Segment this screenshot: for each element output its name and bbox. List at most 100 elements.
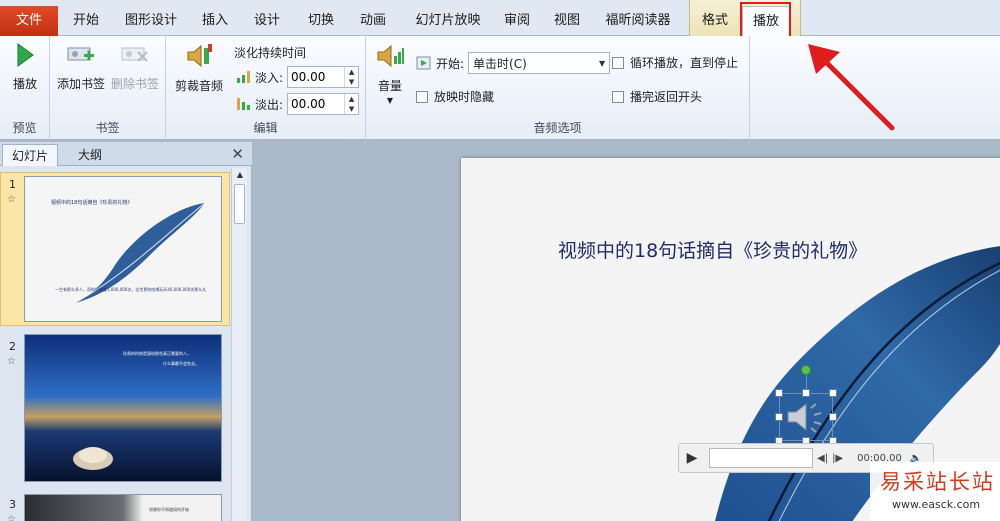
slide-number: 1: [9, 178, 16, 191]
tab-review[interactable]: 审阅: [494, 6, 540, 36]
slide-thumbnail-2[interactable]: 珍贵的时刻是留给那些真正需要的人， 什么事都不会失去。: [24, 334, 222, 482]
slides-scrollbar[interactable]: ▲: [231, 168, 247, 521]
rotate-handle-line: [806, 375, 807, 389]
start-select[interactable]: 单击时(C) ▼: [468, 52, 611, 74]
rotate-handle[interactable]: [801, 365, 811, 375]
fade-out-spin-arrows[interactable]: ▲ ▼: [344, 94, 358, 114]
player-progress-track[interactable]: [709, 448, 813, 468]
rewind-checkbox[interactable]: [612, 90, 624, 103]
animation-star-icon: ☆: [7, 356, 16, 367]
start-row: 开始: 单击时(C) ▼: [416, 52, 611, 74]
shell-image: [73, 447, 113, 470]
audio-object[interactable]: [779, 393, 833, 441]
tab-insert[interactable]: 插入: [192, 6, 238, 36]
fade-out-input[interactable]: [288, 94, 345, 114]
tab-graphic-design[interactable]: 图形设计: [114, 6, 188, 36]
trim-audio-label: 剪裁音频: [174, 79, 223, 93]
add-bookmark-button[interactable]: 添加书签: [54, 42, 108, 92]
play-label: 播放: [12, 77, 37, 91]
fade-in-label: 淡入:: [255, 70, 284, 85]
start-select-value: 单击时(C): [473, 56, 527, 71]
resize-handle[interactable]: [775, 413, 783, 421]
rewind-option[interactable]: 播完返回开头: [612, 88, 702, 105]
remove-bookmark-label: 删除书签: [110, 77, 159, 91]
tab-outline[interactable]: 大纲: [62, 144, 118, 166]
ribbon-tab-bar: 文件 开始 图形设计 插入 设计 切换 动画 幻灯片放映 审阅 视图 福昕阅读器…: [0, 0, 1000, 42]
fade-in-stepper[interactable]: ▲▼: [287, 66, 360, 88]
volume-dropdown-icon: ▼: [386, 96, 394, 105]
tab-file[interactable]: 文件: [0, 6, 58, 36]
tab-design[interactable]: 设计: [244, 6, 290, 36]
start-icon: [416, 56, 431, 70]
remove-bookmark-icon: [121, 47, 148, 62]
thumb-1-body: 一生有那么多人，而你只需要1,000,000次，全世界的吃喝玩乐40,000,0…: [55, 287, 207, 292]
slides-panel: 幻灯片 大纲 ✕ 1 ☆ 视频中的18句话摘自《珍贵的礼物》 一生有那么多人，而…: [0, 142, 252, 521]
play-button[interactable]: 播放: [6, 42, 44, 92]
volume-icon: [377, 44, 404, 68]
thumb-2-text-2: 什么事都不会失去。: [163, 361, 199, 366]
group-label-audio-options: 音频选项: [533, 121, 582, 135]
remove-bookmark-button[interactable]: 删除书签: [108, 42, 162, 92]
resize-handle[interactable]: [829, 389, 837, 397]
slide-thumbnail-3[interactable]: 如果你不知道如何开始: [24, 494, 222, 521]
trim-audio-icon: [187, 44, 212, 68]
scrollbar-thumb[interactable]: [234, 184, 245, 224]
scroll-up-icon[interactable]: ▲: [232, 168, 248, 182]
chevron-down-icon: ▼: [598, 58, 606, 68]
close-icon[interactable]: ✕: [231, 145, 244, 163]
tab-slideshow[interactable]: 幻灯片放映: [406, 6, 490, 36]
volume-label: 音量: [377, 79, 402, 93]
slide-number: 3: [9, 498, 16, 511]
tab-animations[interactable]: 动画: [350, 6, 396, 36]
panel-tabs: 幻灯片 大纲 ✕: [0, 142, 252, 166]
thumb-3-text: 如果你不知道如何开始: [149, 507, 189, 512]
player-rewind-icon[interactable]: ◀|: [817, 453, 828, 464]
loop-checkbox[interactable]: [612, 56, 624, 69]
hide-during-show-checkbox[interactable]: [416, 90, 428, 103]
loop-option[interactable]: 循环播放，直到停止: [612, 54, 738, 71]
hide-during-show-label: 放映时隐藏: [434, 90, 495, 104]
group-label-bookmarks: 书签: [95, 121, 120, 135]
player-forward-icon[interactable]: |▶: [832, 453, 843, 464]
fade-in-input[interactable]: [288, 67, 345, 87]
fade-in-icon: [237, 71, 250, 83]
add-bookmark-label: 添加书签: [56, 77, 105, 91]
tab-transitions[interactable]: 切换: [298, 6, 344, 36]
fade-in-row: 淡入: ▲▼: [236, 66, 360, 88]
tab-format[interactable]: 格式: [692, 6, 738, 36]
fade-out-row: 淡出: ▲▼: [236, 93, 360, 115]
fade-out-label: 淡出:: [255, 97, 284, 112]
resize-handle[interactable]: [775, 389, 783, 397]
group-preview: 播放 预览: [0, 36, 50, 140]
red-arrow-annotation: [808, 44, 895, 131]
watermark-url: www.easck.com: [892, 498, 981, 511]
animation-star-icon: ☆: [7, 194, 16, 205]
resize-handle[interactable]: [802, 389, 810, 397]
volume-button[interactable]: 音量 ▼: [372, 42, 408, 105]
tab-foxit-reader[interactable]: 福昕阅读器: [598, 6, 678, 36]
tab-home[interactable]: 开始: [60, 6, 112, 36]
fade-in-spin-arrows[interactable]: ▲ ▼: [344, 67, 358, 87]
fade-out-stepper[interactable]: ▲▼: [287, 93, 360, 115]
start-label: 开始:: [436, 56, 465, 71]
trim-audio-button[interactable]: 剪裁音频: [170, 42, 228, 94]
play-icon: [17, 43, 34, 67]
thumb-2-text-1: 珍贵的时刻是留给那些真正需要的人，: [123, 351, 191, 356]
slide-thumbnail-1[interactable]: 视频中的18句话摘自《珍贵的礼物》 一生有那么多人，而你只需要1,000,000…: [24, 176, 222, 322]
group-audio-options: 音量 ▼ 开始: 单击时(C) ▼ 放映时隐藏 循环播放，直到停止 播完返回开头…: [366, 36, 750, 140]
loop-label: 循环播放，直到停止: [630, 56, 739, 70]
watermark: 易采站长站 www.easck.com: [870, 462, 1000, 521]
group-bookmarks: 添加书签 删除书签 书签: [50, 36, 166, 140]
fade-duration-title: 淡化持续时间: [234, 46, 307, 60]
tab-view[interactable]: 视图: [544, 6, 590, 36]
resize-handle[interactable]: [829, 413, 837, 421]
animation-star-icon: ☆: [7, 514, 16, 521]
group-label-preview: 预览: [12, 121, 37, 135]
tab-slides[interactable]: 幻灯片: [2, 144, 58, 166]
rewind-label: 播完返回开头: [630, 90, 703, 104]
fade-out-icon: [237, 98, 250, 110]
player-play-icon[interactable]: ▶: [679, 450, 705, 466]
speaker-icon: [787, 402, 822, 433]
hide-during-show-option[interactable]: 放映时隐藏: [416, 88, 494, 105]
watermark-title: 易采站长站: [880, 470, 995, 494]
